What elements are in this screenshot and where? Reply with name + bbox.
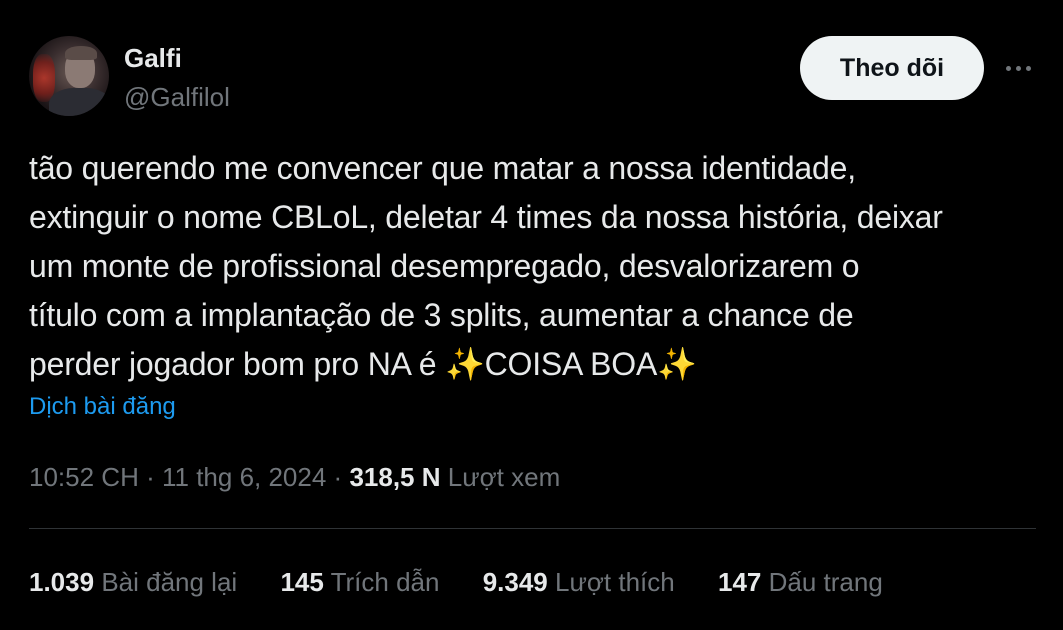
meta-separator: · <box>146 462 155 492</box>
avatar-hair <box>65 46 97 60</box>
dot <box>1015 65 1021 71</box>
bookmarks-count: 147 <box>717 567 762 597</box>
translate-post-link[interactable]: Dịch bài đăng <box>29 392 176 422</box>
tweet-text: tão querendo me convencer que matar a no… <box>29 150 943 382</box>
bookmarks-stat[interactable]: 147 Dấu trang <box>718 565 883 599</box>
reposts-stat[interactable]: 1.039 Bài đăng lại <box>29 565 237 599</box>
reposts-count: 1.039 <box>29 567 95 597</box>
dot <box>1025 65 1031 71</box>
author-handle[interactable]: @Galfilol <box>124 80 230 114</box>
meta-separator: · <box>333 462 343 492</box>
quotes-stat[interactable]: 145 Trích dẫn <box>280 565 439 599</box>
bookmarks-label: Dấu trang <box>768 567 883 597</box>
quotes-count: 145 <box>280 567 324 597</box>
likes-label: Lượt thích <box>555 567 675 597</box>
likes-count: 9.349 <box>482 567 548 597</box>
more-horizontal-icon[interactable] <box>1000 52 1036 84</box>
likes-stat[interactable]: 9.349 Lượt thích <box>483 565 675 599</box>
views-count: 318,5 N <box>349 462 441 492</box>
tweet-meta: 10:52 CH · 11 thg 6, 2024 · 318,5 N Lượt… <box>29 460 560 494</box>
engagement-stats: 1.039 Bài đăng lại 145 Trích dẫn 9.349 L… <box>29 565 919 599</box>
reposts-label: Bài đăng lại <box>101 567 238 597</box>
views-label: Lượt xem <box>447 462 561 492</box>
quotes-label: Trích dẫn <box>330 567 440 597</box>
tweet-time[interactable]: 10:52 CH <box>29 462 139 492</box>
avatar[interactable] <box>29 36 109 116</box>
avatar-shoulders <box>49 88 109 116</box>
tweet-date[interactable]: 11 thg 6, 2024 <box>162 462 326 492</box>
author-display-name[interactable]: Galfi <box>124 41 182 75</box>
divider <box>29 528 1036 529</box>
follow-button[interactable]: Theo dõi <box>800 36 984 100</box>
dot <box>1005 65 1011 71</box>
